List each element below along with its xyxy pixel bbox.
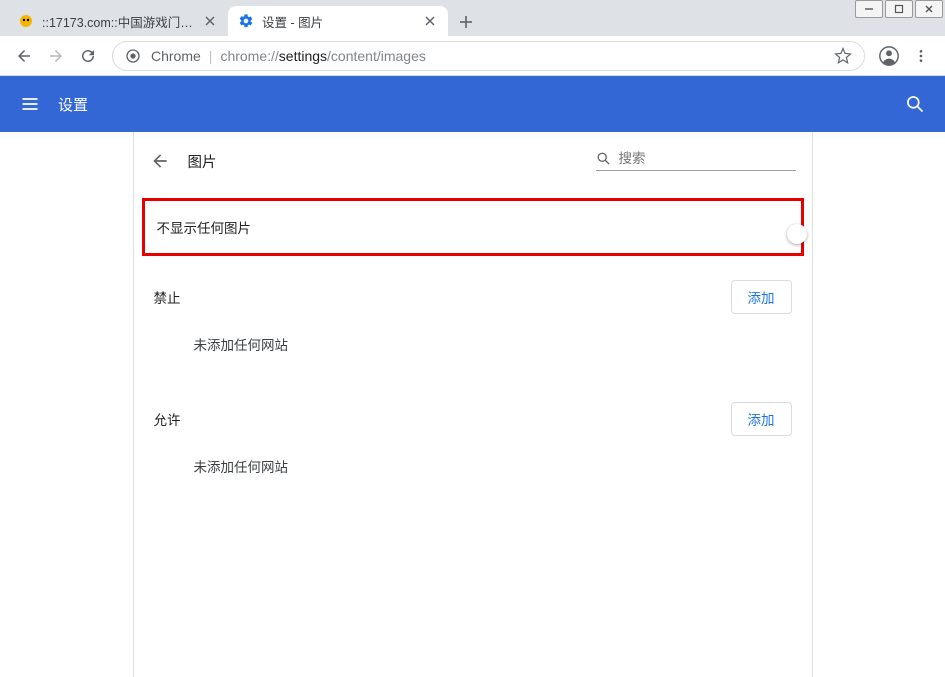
allow-empty-text: 未添加任何网站 — [154, 436, 792, 492]
settings-search-field[interactable] — [596, 151, 796, 171]
tab-inactive[interactable]: ::17173.com::中国游戏门户站 — [8, 6, 228, 36]
search-icon[interactable] — [905, 94, 925, 114]
chrome-menu-button[interactable] — [905, 40, 937, 72]
back-arrow-icon[interactable] — [150, 151, 170, 171]
highlighted-setting-row: 不显示任何图片 — [142, 198, 804, 256]
allow-section: 允许 添加 未添加任何网站 — [134, 378, 812, 500]
reload-button[interactable] — [72, 40, 104, 72]
hamburger-menu-icon[interactable] — [20, 94, 40, 114]
site-info-icon[interactable] — [125, 48, 141, 64]
profile-avatar-icon[interactable] — [873, 40, 905, 72]
address-bar[interactable]: Chrome | chrome://settings/content/image… — [112, 41, 865, 71]
window-maximize-button[interactable] — [885, 0, 913, 18]
tab-strip: ::17173.com::中国游戏门户站 设置 - 图片 — [0, 0, 945, 36]
tab-title: 设置 - 图片 — [262, 12, 422, 31]
card-header: 图片 — [134, 132, 812, 190]
block-empty-text: 未添加任何网站 — [154, 314, 792, 370]
url-scheme-label: Chrome — [151, 48, 201, 64]
tab-close-icon[interactable] — [422, 13, 438, 29]
settings-gear-icon — [238, 13, 254, 29]
images-toggle-row[interactable]: 不显示任何图片 — [145, 201, 801, 253]
tab-active[interactable]: 设置 - 图片 — [228, 6, 448, 36]
new-tab-button[interactable] — [452, 8, 480, 36]
window-minimize-button[interactable] — [855, 0, 883, 18]
tab-close-icon[interactable] — [202, 13, 218, 29]
section-label: 禁止 — [154, 287, 181, 307]
bookmark-star-icon[interactable] — [834, 47, 852, 65]
settings-canvas: 图片 不显示任何图片 禁止 添加 未添加任何网站 — [0, 132, 945, 677]
block-add-button[interactable]: 添加 — [731, 280, 792, 314]
tab-favicon-icon — [18, 13, 34, 29]
forward-button[interactable] — [40, 40, 72, 72]
block-section: 禁止 添加 未添加任何网站 — [134, 256, 812, 378]
url-separator: | — [209, 48, 213, 64]
search-icon — [596, 151, 611, 166]
browser-toolbar: Chrome | chrome://settings/content/image… — [0, 36, 945, 76]
settings-search-input[interactable] — [619, 151, 796, 166]
settings-title: 设置 — [58, 94, 88, 115]
toggle-label: 不显示任何图片 — [157, 217, 252, 237]
url-text: chrome://settings/content/images — [220, 48, 425, 64]
tab-title: ::17173.com::中国游戏门户站 — [42, 12, 202, 31]
allow-add-button[interactable]: 添加 — [731, 402, 792, 436]
settings-card: 图片 不显示任何图片 禁止 添加 未添加任何网站 — [133, 132, 813, 677]
section-label: 允许 — [154, 409, 181, 429]
page-heading: 图片 — [188, 151, 217, 172]
window-close-button[interactable] — [915, 0, 943, 18]
settings-header: 设置 — [0, 76, 945, 132]
back-button[interactable] — [8, 40, 40, 72]
